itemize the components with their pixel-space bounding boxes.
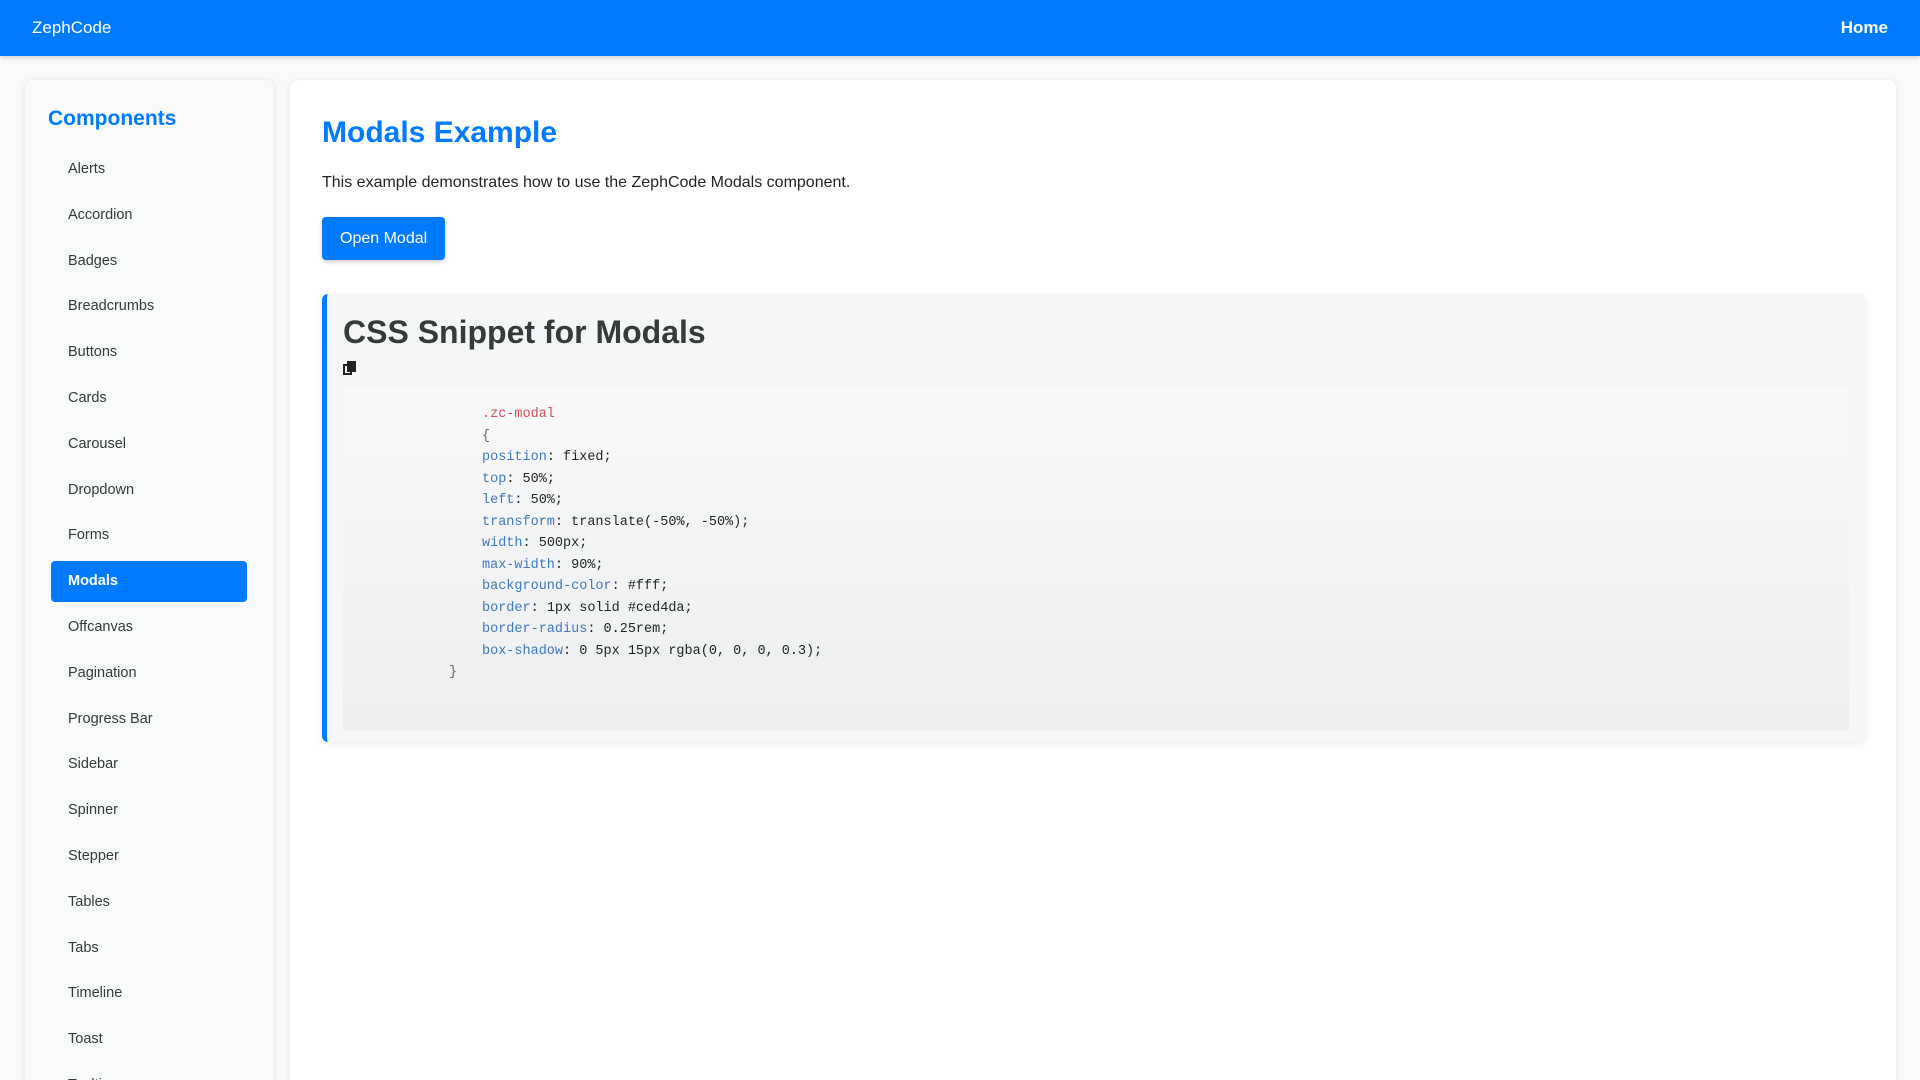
sidebar-item-alerts[interactable]: Alerts [51,149,247,190]
sidebar-item-sidebar[interactable]: Sidebar [51,744,247,785]
sidebar-item-modals[interactable]: Modals [51,561,247,603]
code-value: 500px; [538,536,588,551]
sidebar-item-tooltips[interactable]: Tooltips [51,1065,247,1080]
code-selector: .zc-modal [482,407,555,422]
sidebar-item-badges[interactable]: Badges [51,241,247,282]
code-line-declaration: position: fixed; [482,450,612,465]
code-line-declaration: border: 1px solid #ced4da; [482,600,693,616]
code-property: border [482,600,531,616]
code-open-brace: { [482,428,491,444]
code-property: border-radius [482,622,588,637]
code-line-declaration: max-width: 90%; [482,557,604,573]
code-declarations: position: fixed; top: 50%; left: 50%; trans… [343,447,1849,662]
sidebar-item-accordion[interactable]: Accordion [51,195,247,236]
code-property: box-shadow [482,643,564,659]
sidebar-item-breadcrumbs[interactable]: Breadcrumbs [51,286,247,327]
code-property: background-color [482,579,612,594]
code-block: .zc-modal { position: fixed; top: 50%; lef… [343,386,1849,731]
sidebar-list: Alerts Accordion Badges Breadcrumbs Buttons C… [48,149,251,1080]
code-line-selector: .zc-modal [343,404,1849,426]
copy-icon[interactable] [343,361,357,375]
sidebar-item-pagination[interactable]: Pagination [51,653,247,694]
sidebar-item-timeline[interactable]: Timeline [51,973,247,1014]
code-property: width [482,536,523,551]
sidebar-item-carousel[interactable]: Carousel [51,424,247,465]
sidebar-item-dropdown[interactable]: Dropdown [51,470,247,511]
code-property: max-width [482,557,555,573]
css-snippet-panel: CSS Snippet for Modals .zc-modal { posit… [322,294,1865,742]
sidebar-item-progress-bar[interactable]: Progress Bar [51,699,247,740]
top-navbar: ZephCode Home [0,0,1920,56]
sidebar-item-tabs[interactable]: Tabs [51,928,247,969]
code-value: 50%; [522,471,555,487]
snippet-title: CSS Snippet for Modals [343,314,706,350]
code-property: transform [482,514,555,530]
code-line-declaration: box-shadow: 0 5px 15px rgba(0, 0, 0, 0.3… [482,643,823,659]
sidebar-item-cards[interactable]: Cards [51,378,247,419]
components-sidebar: Components Alerts Accordion Badges Breadcru… [25,80,274,1080]
sidebar-title: Components [48,107,177,130]
copy-icon-front-sheet [347,361,356,372]
code-line-close-brace: } [343,662,1849,684]
main-content: Modals Example This example demonstrates… [290,80,1896,1080]
code-value: fixed; [563,450,612,465]
code-line-declaration: background-color: #fff; [482,579,669,594]
code-value: translate(-50%, -50%); [571,514,750,530]
code-value: 0.25rem; [603,622,669,637]
sidebar-item-stepper[interactable]: Stepper [51,836,247,877]
page-title: Modals Example [322,116,558,149]
code-line-declaration: left: 50%; [482,493,564,508]
code-line-open-brace: { [343,426,1849,448]
code-value: 90%; [571,557,604,573]
nav-home-link[interactable]: Home [1841,18,1888,38]
open-modal-button[interactable]: Open Modal [322,217,446,260]
code-close-brace: } [449,665,458,680]
code-line-declaration: width: 500px; [482,536,588,551]
code-value: #fff; [627,579,669,594]
code-value: 0 5px 15px rgba(0, 0, 0, 0.3); [579,643,823,659]
sidebar-item-buttons[interactable]: Buttons [51,332,247,373]
code-line-declaration: border-radius: 0.25rem; [482,622,669,637]
code-property: left [482,493,515,508]
code-property: top [482,471,507,487]
code-line-declaration: transform: translate(-50%, -50%); [482,514,750,530]
code-line-declaration: top: 50%; [482,471,555,487]
brand-link[interactable]: ZephCode [32,18,111,38]
page-description: This example demonstrates how to use the… [322,174,851,191]
code-value: 1px solid #ced4da; [546,600,693,616]
code-property: position [482,450,547,465]
sidebar-item-tables[interactable]: Tables [51,882,247,923]
sidebar-item-offcanvas[interactable]: Offcanvas [51,607,247,648]
sidebar-item-toast[interactable]: Toast [51,1019,247,1060]
sidebar-item-spinner[interactable]: Spinner [51,790,247,831]
code-value: 50%; [530,493,564,508]
sidebar-item-forms[interactable]: Forms [51,515,247,556]
